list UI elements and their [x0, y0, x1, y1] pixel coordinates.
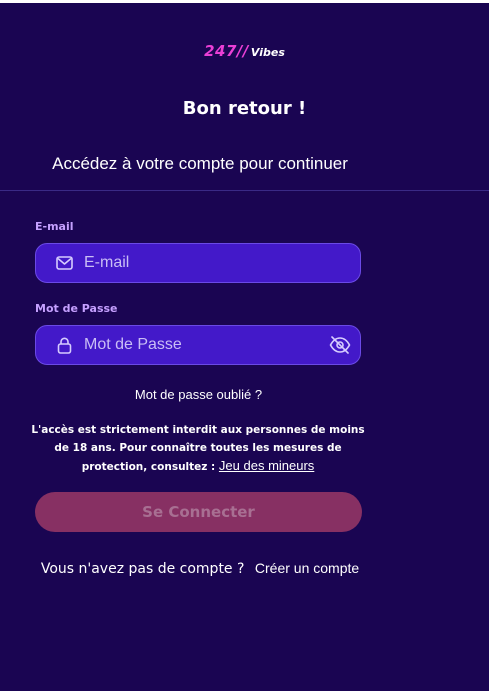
logo-text: Vibes: [250, 46, 285, 59]
age-notice: L'accès est strictement interdit aux per…: [28, 421, 368, 476]
forgot-password-link[interactable]: Mot de passe oublié ?: [0, 387, 397, 402]
create-account-link[interactable]: Créer un compte: [255, 560, 359, 576]
page-subtitle: Accédez à votre compte pour continuer: [52, 154, 348, 173]
eye-off-icon[interactable]: [328, 333, 352, 357]
password-label: Mot de Passe: [35, 302, 118, 315]
email-input[interactable]: [84, 254, 360, 272]
password-field-container[interactable]: [35, 325, 361, 365]
signup-question: Vous n'avez pas de compte ?: [40, 561, 245, 577]
password-input[interactable]: [84, 336, 328, 354]
mail-icon: [55, 254, 73, 272]
email-label: E-mail: [35, 220, 74, 233]
signup-row: Vous n'avez pas de compte ? Créer un com…: [0, 560, 400, 578]
login-screen: 247//Vibes Bon retour ! Accédez à votre …: [0, 3, 489, 691]
lock-icon: [55, 336, 73, 354]
divider: [0, 190, 489, 191]
page-title: Bon retour !: [182, 98, 307, 119]
login-button[interactable]: Se Connecter: [35, 492, 362, 532]
email-field-container[interactable]: [35, 243, 361, 283]
minors-link[interactable]: Jeu des mineurs: [219, 458, 314, 473]
age-notice-text: L'accès est strictement interdit aux per…: [31, 424, 365, 473]
logo-mark: 247//: [204, 42, 249, 60]
logo: 247//Vibes: [0, 41, 489, 60]
